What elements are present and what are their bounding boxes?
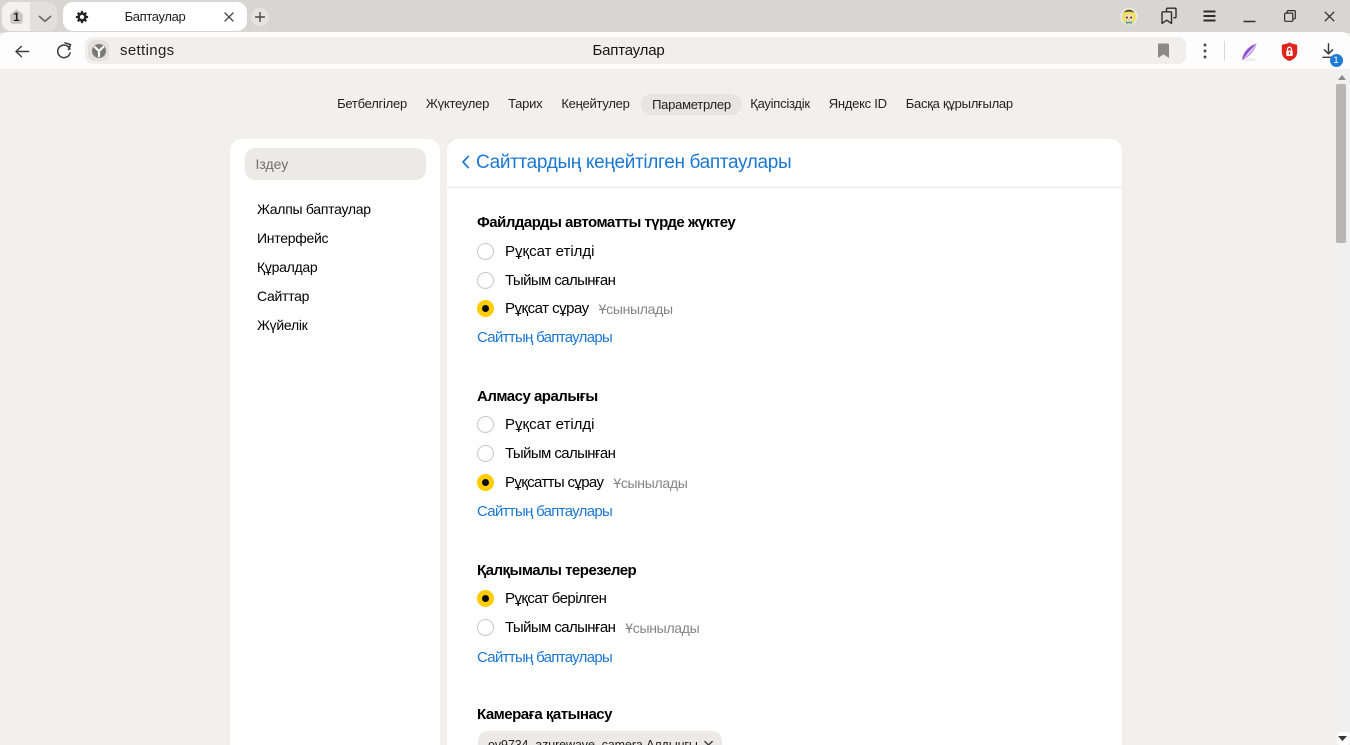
svg-text:1: 1: [13, 12, 20, 24]
